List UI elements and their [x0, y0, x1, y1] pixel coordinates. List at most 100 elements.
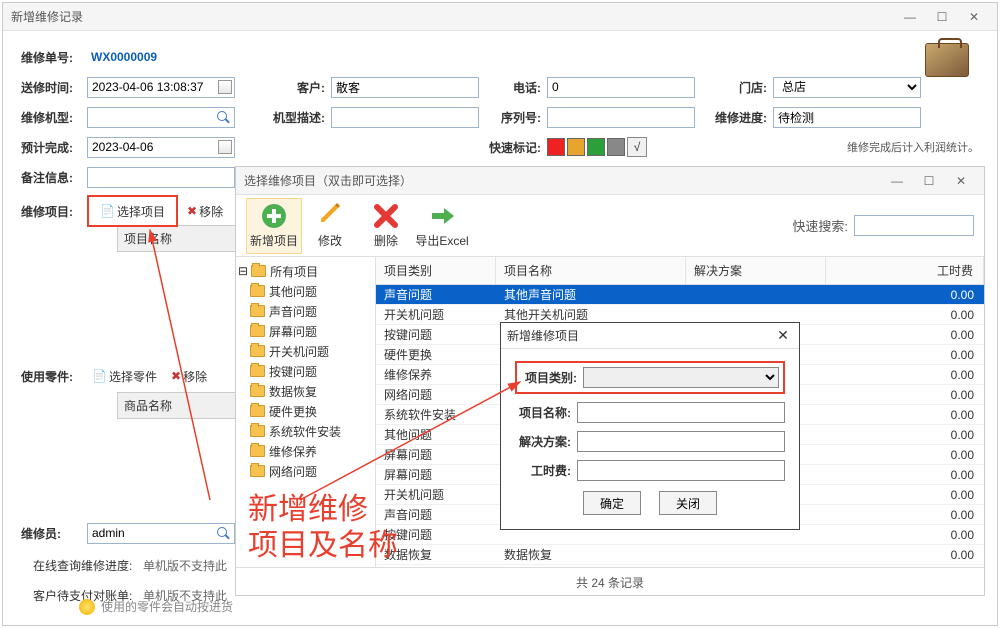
part-name-header: 商品名称	[117, 392, 247, 419]
col-category[interactable]: 项目类别	[376, 257, 496, 284]
customer-input[interactable]	[331, 77, 479, 98]
folder-icon	[250, 445, 265, 457]
table-row[interactable]: 声音问题其他声音问题0.00	[376, 285, 984, 305]
quickmark-label: 快速标记:	[475, 139, 547, 156]
folder-icon	[251, 265, 266, 277]
staff-input[interactable]	[87, 523, 235, 544]
close-button[interactable]: 关闭	[659, 491, 717, 515]
quick-search-label: 快速搜索:	[792, 216, 848, 235]
serial-label: 序列号:	[499, 109, 547, 126]
close-button[interactable]: ✕	[959, 6, 989, 28]
folder-icon	[250, 465, 265, 477]
store-label: 门店:	[725, 79, 773, 96]
tree-item[interactable]: 声音问题	[236, 301, 375, 321]
category-select[interactable]	[583, 367, 779, 388]
online-query-label: 在线查询维修进度:	[33, 557, 143, 574]
calendar-icon[interactable]	[218, 80, 232, 94]
bottom-note: 使用的零件会自动按进货	[79, 598, 233, 615]
tree-item[interactable]: 屏幕问题	[236, 321, 375, 341]
phone-input[interactable]	[547, 77, 695, 98]
tree-root[interactable]: ⊟所有项目	[236, 261, 375, 281]
phone-label: 电话:	[499, 79, 547, 96]
item-name-header: 项目名称	[117, 225, 247, 252]
use-parts-label: 使用零件:	[21, 368, 87, 385]
tree-item[interactable]: 其他问题	[236, 281, 375, 301]
select-title: 选择维修项目（双击即可选择）	[244, 172, 882, 189]
quick-search-input[interactable]	[854, 215, 974, 236]
category-label: 项目类别:	[521, 369, 583, 386]
minimize-button[interactable]: —	[895, 6, 925, 28]
add-close-button[interactable]: ✕	[773, 326, 793, 346]
repair-items-label: 维修项目:	[21, 203, 87, 220]
sel-close-button[interactable]: ✕	[946, 170, 976, 192]
mark-green[interactable]	[587, 138, 605, 156]
calendar-icon[interactable]	[218, 140, 232, 154]
ok-button[interactable]: 确定	[583, 491, 641, 515]
folder-icon	[250, 385, 265, 397]
remark-input[interactable]	[87, 167, 235, 188]
model-label: 维修机型:	[21, 109, 87, 126]
tree-item[interactable]: 开关机问题	[236, 341, 375, 361]
table-row[interactable]: 数据恢复数据恢复0.00	[376, 545, 984, 565]
search-icon[interactable]	[215, 109, 233, 127]
document-add-icon: 📄	[100, 204, 114, 218]
delete-button[interactable]: 删除	[358, 198, 414, 254]
mark-orange[interactable]	[567, 138, 585, 156]
mark-gray[interactable]	[607, 138, 625, 156]
tree-item[interactable]: 维修保养	[236, 441, 375, 461]
model-input[interactable]	[87, 107, 235, 128]
main-title: 新增维修记录	[11, 8, 895, 25]
stat-note: 维修完成后计入利润统计。	[847, 139, 979, 155]
arrow-right-icon	[428, 202, 456, 230]
name-label: 项目名称:	[515, 404, 577, 421]
staff-label: 维修员:	[21, 525, 87, 542]
fee-input[interactable]	[577, 460, 785, 481]
col-name[interactable]: 项目名称	[496, 257, 686, 284]
tree-item[interactable]: 系统软件安装	[236, 421, 375, 441]
serial-input[interactable]	[547, 107, 695, 128]
annotation-text: 新增维修 项目及名称	[248, 492, 398, 564]
tree-item[interactable]: 数据恢复	[236, 381, 375, 401]
remove-icon: ✖	[187, 204, 197, 218]
remove-icon: ✖	[171, 369, 181, 383]
tree-item[interactable]: 硬件更换	[236, 401, 375, 421]
name-input[interactable]	[577, 402, 785, 423]
est-label: 预计完成:	[21, 139, 87, 156]
remove-part-button[interactable]: ✖移除	[166, 366, 212, 386]
select-item-button[interactable]: 📄选择项目	[95, 201, 170, 221]
sel-minimize-button[interactable]: —	[882, 170, 912, 192]
solution-input[interactable]	[577, 431, 785, 452]
edit-button[interactable]: 修改	[302, 198, 358, 254]
tree-item[interactable]: 按键问题	[236, 361, 375, 381]
remove-item-button[interactable]: ✖移除	[182, 201, 228, 221]
col-fee[interactable]: 工时费	[826, 257, 984, 284]
send-time-input[interactable]	[87, 77, 235, 98]
model-desc-input[interactable]	[331, 107, 479, 128]
order-no-value: WX0000009	[91, 50, 157, 64]
pencil-icon	[316, 202, 344, 230]
document-add-icon: 📄	[92, 369, 106, 383]
folder-icon	[250, 345, 265, 357]
new-item-button[interactable]: 新增项目	[246, 198, 302, 254]
toolbox-icon	[925, 43, 969, 77]
sel-maximize-button[interactable]: ☐	[914, 170, 944, 192]
order-no-label: 维修单号:	[21, 49, 87, 66]
select-titlebar: 选择维修项目（双击即可选择） — ☐ ✕	[236, 167, 984, 195]
search-icon[interactable]	[215, 525, 233, 543]
mark-check-button[interactable]: √	[627, 137, 647, 157]
progress-label: 维修进度:	[707, 109, 773, 126]
progress-input[interactable]	[773, 107, 921, 128]
model-desc-label: 机型描述:	[255, 109, 331, 126]
select-part-button[interactable]: 📄选择零件	[87, 366, 162, 386]
col-solution[interactable]: 解决方案	[686, 257, 826, 284]
export-excel-button[interactable]: 导出Excel	[414, 198, 470, 254]
main-titlebar: 新增维修记录 — ☐ ✕	[3, 3, 997, 31]
maximize-button[interactable]: ☐	[927, 6, 957, 28]
est-input[interactable]	[87, 137, 235, 158]
table-row[interactable]: 开关机问题无故关机0.00	[376, 565, 984, 567]
mark-red[interactable]	[547, 138, 565, 156]
folder-icon	[250, 365, 265, 377]
store-select[interactable]: 总店	[773, 77, 921, 98]
customer-label: 客户:	[283, 79, 331, 96]
tree-item[interactable]: 网络问题	[236, 461, 375, 481]
